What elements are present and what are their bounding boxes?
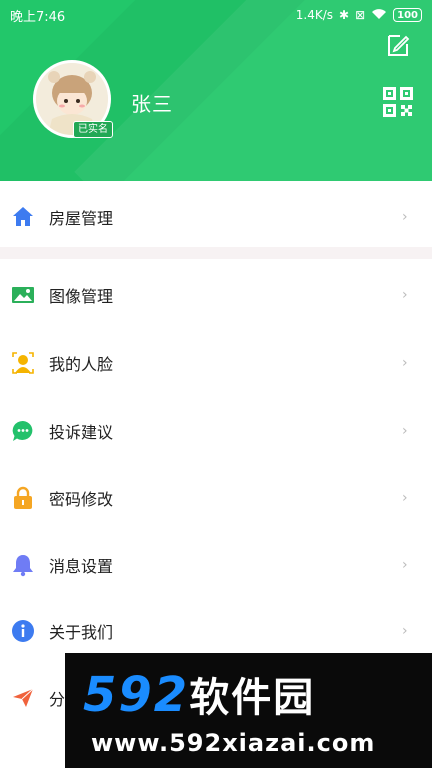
user-name: 张三 — [131, 92, 173, 116]
sim-icon: ⊠ — [355, 8, 366, 22]
menu-item-house[interactable]: 房屋管理 › — [0, 184, 432, 250]
menu-label: 图像管理 — [49, 287, 114, 306]
watermark-logo: 592软件园 — [83, 665, 315, 723]
chevron-right-icon: › — [402, 623, 408, 639]
home-icon — [11, 205, 35, 229]
chevron-right-icon: › — [402, 209, 408, 225]
menu-item-face[interactable]: 我的人脸 › — [0, 330, 432, 396]
edit-icon[interactable] — [386, 32, 410, 58]
menu-item-image[interactable]: 图像管理 › — [0, 262, 432, 328]
menu-label: 密码修改 — [49, 490, 114, 509]
watermark-number: 592 — [83, 667, 190, 723]
menu-label: 分 — [49, 690, 66, 709]
chevron-right-icon: › — [402, 355, 408, 371]
bell-icon — [11, 553, 35, 577]
chevron-right-icon: › — [402, 423, 408, 439]
watermark-banner: 592软件园 www.592xiazai.com — [65, 653, 432, 768]
verified-badge: 已实名 — [73, 121, 113, 138]
info-icon — [11, 619, 35, 643]
bluetooth-icon: ✱ — [339, 8, 350, 22]
status-bar: 晚上7:46 1.4K/s ✱ ⊠ 100 — [0, 0, 432, 30]
face-icon — [11, 351, 35, 375]
battery-level: 100 — [397, 9, 418, 21]
watermark-text: 软件园 — [189, 675, 316, 721]
menu-label: 消息设置 — [49, 557, 114, 576]
wifi-icon — [371, 8, 387, 23]
menu-item-password[interactable]: 密码修改 › — [0, 465, 432, 531]
menu-item-notifications[interactable]: 消息设置 › — [0, 532, 432, 598]
battery-icon: 100 — [393, 8, 422, 22]
chat-icon — [11, 419, 35, 443]
chevron-right-icon: › — [402, 287, 408, 303]
share-icon — [11, 686, 35, 710]
status-time: 晚上7:46 — [10, 9, 66, 25]
menu-label: 房屋管理 — [49, 209, 114, 228]
chevron-right-icon: › — [402, 490, 408, 506]
watermark-url: www.592xiazai.com — [91, 729, 376, 757]
net-speed: 1.4K/s — [295, 8, 333, 22]
qr-code-icon[interactable] — [383, 87, 413, 117]
profile-header: 晚上7:46 1.4K/s ✱ ⊠ 100 已实名 张三 — [0, 0, 432, 181]
menu-item-feedback[interactable]: 投诉建议 › — [0, 398, 432, 464]
image-icon — [11, 283, 35, 307]
menu-label: 投诉建议 — [49, 423, 114, 442]
lock-icon — [11, 486, 35, 510]
section-divider — [0, 247, 432, 259]
menu-label: 我的人脸 — [49, 355, 114, 374]
menu-label: 关于我们 — [49, 623, 114, 642]
chevron-right-icon: › — [402, 557, 408, 573]
